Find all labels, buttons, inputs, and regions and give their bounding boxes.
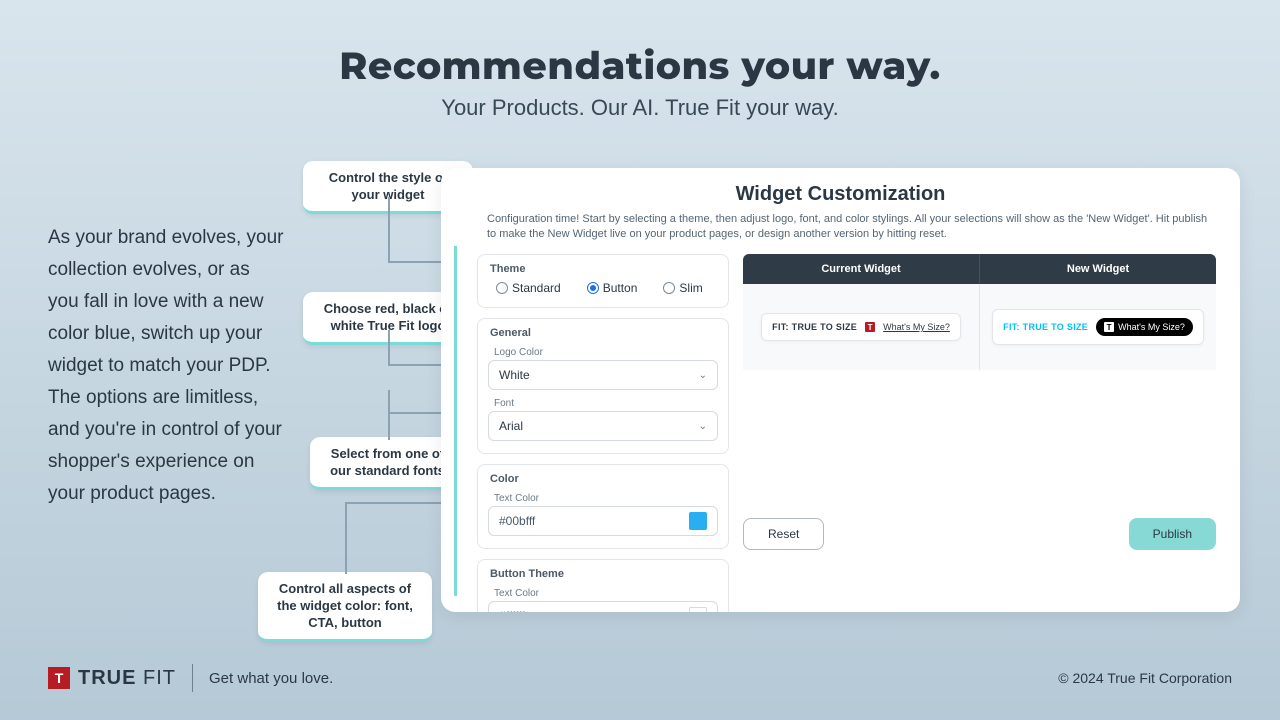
radio-label: Button	[603, 281, 638, 295]
preview-new-label: New Widget	[979, 254, 1216, 284]
brand-fit: FIT	[143, 667, 176, 689]
theme-option-slim[interactable]: Slim	[663, 281, 702, 295]
leader-line	[388, 197, 390, 261]
callout-color: Control all aspects of the widget color:…	[258, 572, 432, 642]
radio-label: Standard	[512, 281, 561, 295]
current-widget-card: FIT: TRUE TO SIZE T What's My Size?	[761, 313, 961, 341]
hero-title: Recommendations your way.	[0, 45, 1280, 87]
copyright: © 2024 True Fit Corporation	[1058, 670, 1232, 686]
logo-color-label: Logo Color	[494, 347, 718, 358]
color-label: Color	[490, 473, 718, 485]
widget-customization-panel: Widget Customization Configuration time!…	[441, 168, 1240, 612]
brand-lockup: T TRUE FIT Get what you love.	[48, 664, 333, 692]
radio-icon	[496, 282, 508, 294]
radio-label: Slim	[679, 281, 702, 295]
general-label: General	[490, 327, 718, 339]
leader-line	[388, 330, 390, 364]
fit-text: FIT: TRUE TO SIZE	[772, 322, 857, 332]
new-widget-card: FIT: TRUE TO SIZE T What's My Size?	[992, 309, 1204, 345]
truefit-logo-icon: T	[865, 322, 875, 332]
tagline: Get what you love.	[209, 670, 333, 687]
leader-line	[388, 390, 390, 440]
panel-subtitle: Configuration time! Start by selecting a…	[487, 212, 1208, 242]
panel-accent-bar	[454, 246, 457, 596]
select-value: Arial	[499, 419, 523, 433]
whats-my-size-button[interactable]: T What's My Size?	[1096, 318, 1193, 336]
chevron-down-icon: ⌄	[699, 370, 707, 381]
radio-icon	[663, 282, 675, 294]
chevron-down-icon: ⌄	[699, 421, 707, 432]
preview-header: Current Widget New Widget	[743, 254, 1216, 284]
text-color-label: Text Color	[494, 493, 718, 504]
brand-true: TRUE	[78, 667, 136, 689]
preview-new-widget: FIT: TRUE TO SIZE T What's My Size?	[979, 284, 1216, 370]
button-theme-label: Button Theme	[490, 568, 718, 580]
truefit-logo-icon: T	[1104, 322, 1114, 332]
divider	[192, 664, 193, 692]
publish-button[interactable]: Publish	[1129, 518, 1216, 550]
reset-button[interactable]: Reset	[743, 518, 824, 550]
whats-my-size-link[interactable]: What's My Size?	[883, 322, 950, 332]
theme-label: Theme	[490, 263, 718, 275]
color-value: #00bfff	[499, 514, 535, 528]
preview-current-label: Current Widget	[743, 254, 979, 284]
btn-text-color-label: Text Color	[494, 588, 718, 599]
text-color-input[interactable]: #00bfff	[488, 506, 718, 536]
theme-option-button[interactable]: Button	[587, 281, 638, 295]
color-swatch[interactable]	[689, 512, 707, 530]
footer: T TRUE FIT Get what you love. © 2024 Tru…	[48, 664, 1232, 692]
font-select[interactable]: Arial ⌄	[488, 411, 718, 441]
hero-subtitle: Your Products. Our AI. True Fit your way…	[0, 95, 1280, 121]
panel-title: Widget Customization	[465, 182, 1216, 206]
leader-line	[345, 502, 347, 574]
color-value: #ffffff	[499, 609, 525, 612]
fit-text: FIT: TRUE TO SIZE	[1003, 322, 1088, 332]
logo-color-select[interactable]: White ⌄	[488, 360, 718, 390]
wms-button-label: What's My Size?	[1118, 322, 1185, 332]
btn-text-color-input[interactable]: #ffffff	[488, 601, 718, 612]
radio-icon	[587, 282, 599, 294]
theme-section: Theme Standard Button Slim	[477, 254, 729, 308]
truefit-logo: T TRUE FIT	[48, 667, 176, 690]
color-section: Color Text Color #00bfff	[477, 464, 729, 549]
theme-option-standard[interactable]: Standard	[496, 281, 561, 295]
select-value: White	[499, 368, 530, 382]
general-section: General Logo Color White ⌄ Font Arial ⌄	[477, 318, 729, 454]
marketing-body-copy: As your brand evolves, your collection e…	[48, 222, 284, 510]
truefit-logo-icon: T	[48, 667, 70, 689]
font-label: Font	[494, 398, 718, 409]
button-theme-section: Button Theme Text Color #ffffff	[477, 559, 729, 612]
preview-current-widget: FIT: TRUE TO SIZE T What's My Size?	[743, 284, 979, 370]
color-swatch[interactable]	[689, 607, 707, 612]
leader-line	[345, 502, 451, 504]
